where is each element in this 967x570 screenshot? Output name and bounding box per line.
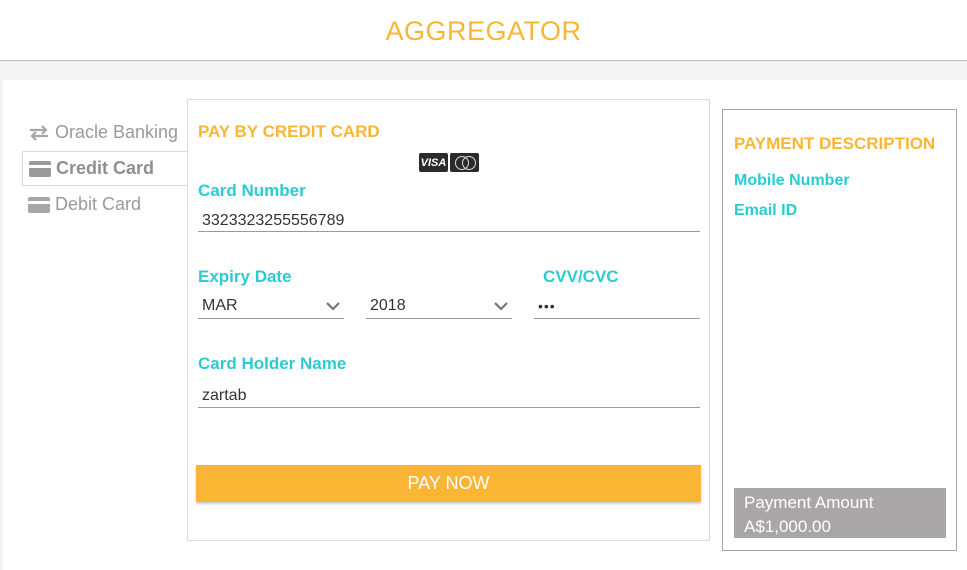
credit-card-form: PAY BY CREDIT CARD VISA Card Number Expi… [187, 99, 710, 541]
expiry-month-select[interactable]: MAR [198, 294, 344, 319]
sidebar-item-debit-card[interactable]: Debit Card [22, 187, 188, 222]
payment-description-panel: PAYMENT DESCRIPTION Mobile Number Email … [722, 109, 957, 551]
sidebar-item-oracle-banking[interactable]: Oracle Banking [22, 115, 188, 150]
mobile-number-label: Mobile Number [734, 172, 850, 189]
debit-card-icon [28, 196, 50, 213]
expiry-year-value: 2018 [370, 297, 406, 314]
sidebar-item-label: Credit Card [56, 158, 155, 178]
payment-amount-label: Payment Amount [744, 493, 874, 512]
chevron-down-icon [494, 302, 508, 311]
email-id-label: Email ID [734, 202, 798, 219]
form-title: PAY BY CREDIT CARD [198, 122, 380, 141]
card-number-input[interactable] [198, 210, 700, 232]
expiry-year-select[interactable]: 2018 [366, 294, 512, 319]
expiry-date-label: Expiry Date [198, 267, 292, 286]
pay-now-button[interactable]: PAY NOW [196, 465, 701, 502]
chevron-down-icon [326, 302, 340, 311]
cvv-input[interactable]: ••• [534, 294, 700, 319]
card-logos: VISA [419, 153, 479, 172]
mastercard-logo-icon [450, 153, 479, 172]
app-header: AGGREGATOR [0, 0, 967, 61]
payment-description-title: PAYMENT DESCRIPTION [734, 134, 936, 153]
payment-amount-value: A$1,000.00 [744, 517, 831, 536]
sidebar-item-label: Debit Card [55, 194, 142, 214]
cvv-label: CVV/CVC [543, 267, 619, 286]
card-number-label: Card Number [198, 181, 306, 200]
cvv-masked-value: ••• [538, 298, 556, 314]
payment-amount-box: Payment Amount A$1,000.00 [734, 488, 946, 538]
card-holder-name-label: Card Holder Name [198, 354, 347, 373]
sidebar-item-label: Oracle Banking [55, 122, 179, 142]
transfer-icon [28, 124, 50, 141]
expiry-month-value: MAR [202, 297, 238, 314]
sidebar-item-credit-card[interactable]: Credit Card [22, 151, 188, 186]
app-title: AGGREGATOR [385, 16, 582, 46]
visa-logo-icon: VISA [419, 153, 448, 172]
credit-card-icon [29, 160, 51, 177]
card-holder-name-input[interactable] [198, 384, 700, 408]
